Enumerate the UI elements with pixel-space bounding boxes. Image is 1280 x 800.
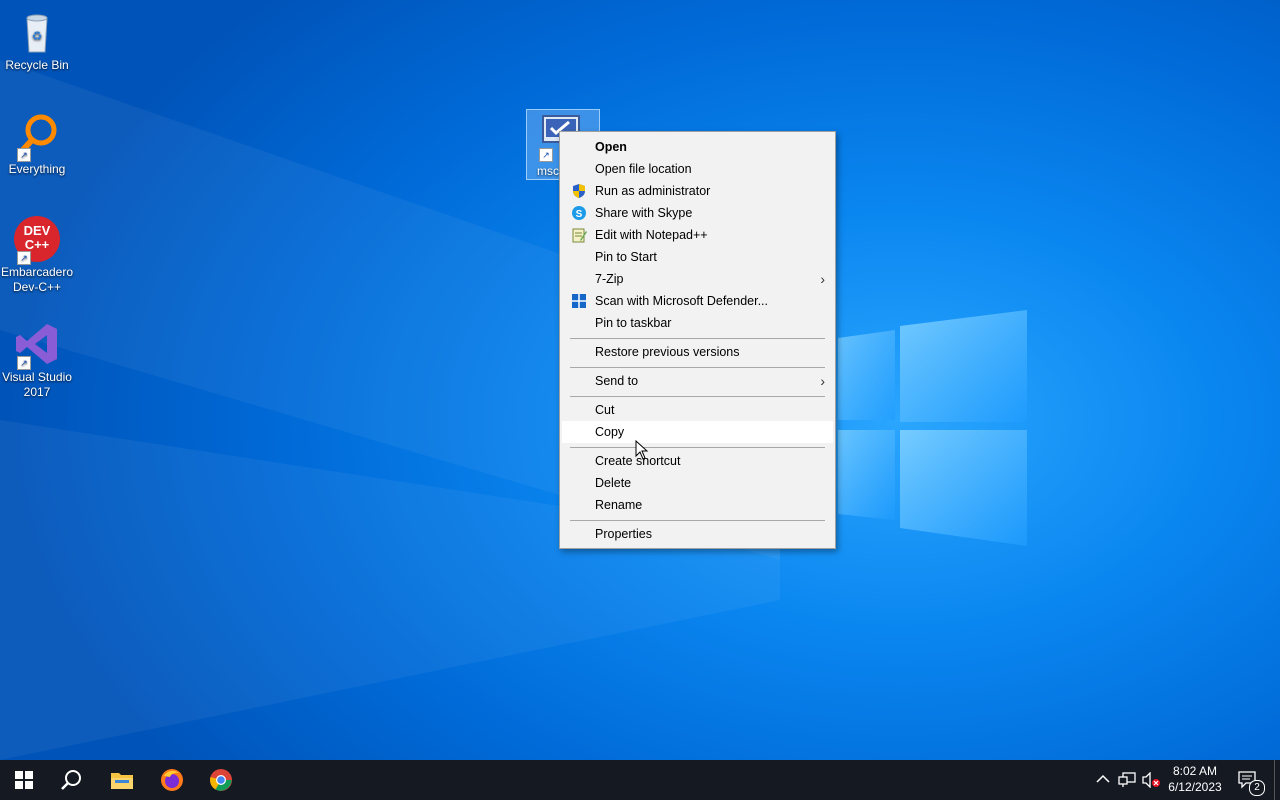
taskbar-clock[interactable]: 8:02 AM 6/12/2023 bbox=[1160, 763, 1230, 795]
notification-count-badge: 2 bbox=[1249, 780, 1265, 796]
menu-item-label: Open bbox=[595, 140, 627, 154]
menu-item-label: Cut bbox=[595, 403, 615, 417]
shortcut-arrow-icon: ↗ bbox=[17, 251, 31, 265]
firefox-button[interactable] bbox=[148, 760, 196, 800]
menu-item-pin-to-taskbar[interactable]: Pin to taskbar bbox=[562, 312, 833, 334]
menu-item-label: Delete bbox=[595, 476, 632, 490]
menu-item-label: Send to bbox=[595, 374, 639, 388]
chrome-button[interactable] bbox=[197, 760, 245, 800]
menu-item-properties[interactable]: Properties bbox=[562, 523, 833, 545]
volume-tray-button[interactable] bbox=[1140, 760, 1160, 800]
menu-item-label: Rename bbox=[595, 498, 643, 512]
menu-separator bbox=[570, 447, 825, 448]
chevron-right-icon: › bbox=[820, 271, 825, 287]
network-icon bbox=[1118, 772, 1136, 787]
menu-separator bbox=[570, 367, 825, 368]
selected-file-label: msc bbox=[537, 164, 559, 178]
menu-item-cut[interactable]: Cut bbox=[562, 399, 833, 421]
defender-icon bbox=[572, 294, 586, 308]
menu-separator bbox=[570, 520, 825, 521]
menu-item-label: 7-Zip bbox=[595, 272, 624, 286]
recycle-bin-icon: ♻ bbox=[13, 8, 61, 56]
shortcut-arrow-icon: ↗ bbox=[539, 148, 553, 162]
start-button[interactable] bbox=[0, 760, 48, 800]
show-desktop-button[interactable] bbox=[1274, 760, 1280, 800]
menu-item-7zip[interactable]: 7-Zip › bbox=[562, 268, 833, 290]
desktop-icon-devcpp[interactable]: DEV C++ ↗ Embarcadero Dev-C++ bbox=[0, 215, 74, 295]
volume-muted-icon bbox=[1142, 772, 1160, 788]
show-hidden-icons-button[interactable] bbox=[1094, 760, 1112, 800]
desktop-icon-visual-studio[interactable]: ↗ Visual Studio 2017 bbox=[0, 320, 74, 400]
menu-item-copy[interactable]: Copy bbox=[562, 421, 833, 443]
menu-item-restore-previous-versions[interactable]: Restore previous versions bbox=[562, 341, 833, 363]
menu-item-label: Copy bbox=[595, 425, 625, 439]
visual-studio-icon: ↗ bbox=[13, 320, 61, 370]
menu-item-label: Pin to taskbar bbox=[595, 316, 672, 330]
shortcut-arrow-icon: ↗ bbox=[17, 148, 31, 162]
chevron-right-icon: › bbox=[820, 373, 825, 389]
svg-text:♻: ♻ bbox=[32, 29, 43, 43]
chevron-up-icon bbox=[1096, 774, 1110, 783]
menu-item-label: Pin to Start bbox=[595, 250, 657, 264]
menu-item-share-with-skype[interactable]: S Share with Skype bbox=[562, 202, 833, 224]
desktop-icon-label: Embarcadero Dev-C++ bbox=[0, 265, 74, 294]
menu-item-edit-with-notepadpp[interactable]: Edit with Notepad++ bbox=[562, 224, 833, 246]
mouse-cursor-icon bbox=[635, 440, 649, 460]
menu-item-label: Open file location bbox=[595, 162, 692, 176]
desktop-icon-label: Everything bbox=[8, 162, 66, 176]
desktop-icon-everything[interactable]: ↗ Everything bbox=[0, 112, 74, 177]
menu-item-send-to[interactable]: Send to › bbox=[562, 370, 833, 392]
context-menu: Open Open file location Run as administr… bbox=[559, 131, 836, 549]
menu-item-label: Scan with Microsoft Defender... bbox=[595, 294, 768, 308]
search-button[interactable] bbox=[48, 760, 96, 800]
desktop-icon-label: Visual Studio 2017 bbox=[2, 370, 72, 399]
menu-item-open-file-location[interactable]: Open file location bbox=[562, 158, 833, 180]
file-explorer-button[interactable] bbox=[98, 760, 146, 800]
everything-search-icon: ↗ bbox=[13, 112, 61, 162]
desktop-icon-label: Recycle Bin bbox=[5, 58, 69, 72]
menu-item-open[interactable]: Open bbox=[562, 136, 833, 158]
taskbar: 8:02 AM 6/12/2023 2 bbox=[0, 760, 1280, 800]
devcpp-logo-text: DEV C++ bbox=[23, 223, 51, 252]
devcpp-icon: DEV C++ ↗ bbox=[13, 215, 61, 265]
menu-item-label: Restore previous versions bbox=[595, 345, 740, 359]
desktop-icon-recycle-bin[interactable]: ♻ Recycle Bin bbox=[0, 8, 74, 73]
menu-item-label: Edit with Notepad++ bbox=[595, 228, 708, 242]
network-tray-button[interactable] bbox=[1117, 760, 1137, 800]
menu-separator bbox=[570, 338, 825, 339]
chrome-icon bbox=[210, 769, 232, 791]
shortcut-arrow-icon: ↗ bbox=[17, 356, 31, 370]
folder-icon bbox=[111, 773, 133, 789]
menu-separator bbox=[570, 396, 825, 397]
search-icon bbox=[61, 770, 81, 790]
windows-logo-icon bbox=[15, 771, 33, 789]
clock-time: 8:02 AM bbox=[1172, 764, 1218, 778]
menu-item-delete[interactable]: Delete bbox=[562, 472, 833, 494]
menu-item-scan-with-defender[interactable]: Scan with Microsoft Defender... bbox=[562, 290, 833, 312]
menu-item-label: Run as administrator bbox=[595, 184, 711, 198]
menu-item-create-shortcut[interactable]: Create shortcut bbox=[562, 450, 833, 472]
menu-item-rename[interactable]: Rename bbox=[562, 494, 833, 516]
firefox-icon bbox=[161, 769, 183, 791]
notepadpp-icon bbox=[572, 228, 587, 243]
uac-shield-icon bbox=[573, 184, 585, 198]
menu-item-pin-to-start[interactable]: Pin to Start bbox=[562, 246, 833, 268]
action-center-button[interactable]: 2 bbox=[1234, 760, 1266, 800]
menu-item-label: Share with Skype bbox=[595, 206, 693, 220]
menu-item-label: Properties bbox=[595, 527, 652, 541]
menu-item-run-as-administrator[interactable]: Run as administrator bbox=[562, 180, 833, 202]
clock-date: 6/12/2023 bbox=[1168, 780, 1222, 794]
skype-icon: S bbox=[572, 206, 586, 220]
svg-text:S: S bbox=[576, 209, 583, 220]
